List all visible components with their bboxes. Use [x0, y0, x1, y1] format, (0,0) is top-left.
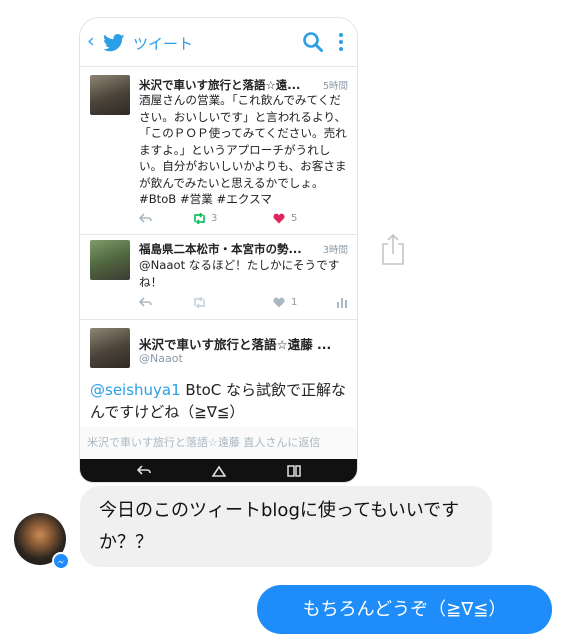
tweet-timestamp: 5時間: [322, 81, 348, 92]
tweet-author-name: 米沢で車いす旅行と落語☆遠藤 ...: [139, 337, 332, 352]
share-icon[interactable]: [380, 232, 406, 266]
reply-icon[interactable]: [138, 211, 152, 227]
tweet-timestamp: 3時間: [322, 245, 348, 256]
search-icon[interactable]: [302, 31, 324, 53]
tweet-text: @Naaot なるほど！たしかにそうですね！: [139, 257, 351, 290]
tweet-item[interactable]: 福島県二本松市・本宮市の勢... 3時間 @Naaot なるほど！たしかにそうで…: [80, 234, 357, 320]
tweet-text: @seishuya1 BtoC なら試飲で正解なんですけどね（≧∇≦）: [90, 379, 350, 423]
tweet-author-handle: @Naaot: [139, 352, 183, 365]
like-count: 1: [291, 297, 298, 308]
messenger-badge-icon: [52, 552, 70, 570]
tweet-mention[interactable]: @Naaot: [139, 258, 185, 272]
tweet-detail[interactable]: 米沢で車いす旅行と落語☆遠藤 ... @Naaot @seishuya1 Bto…: [80, 319, 357, 428]
tweet-mention[interactable]: @seishuya1: [90, 381, 181, 399]
avatar: [90, 75, 130, 115]
analytics-icon[interactable]: [337, 295, 347, 311]
tweet-text: 酒屋さんの営業。「これ飲んでみてください。おいしいです」と言われるより、「このＰ…: [139, 93, 347, 206]
tweet-author-name: 福島県二本松市・本宮市の勢...: [139, 242, 302, 256]
incoming-message-bubble[interactable]: 今日のこのツィートblogに使ってもいいですか？？: [80, 486, 492, 567]
tweet-actions: 1: [138, 295, 351, 311]
android-nav-bar: [80, 459, 357, 482]
twitter-title: ツイート: [133, 35, 194, 53]
more-vertical-icon[interactable]: [338, 31, 344, 53]
nav-recents-icon[interactable]: [287, 465, 301, 477]
twitter-header: ‹ ツイート: [80, 18, 357, 67]
reply-icon[interactable]: [138, 295, 152, 311]
avatar: [90, 328, 130, 368]
tweet-actions: 3 5: [138, 211, 351, 227]
tweet-item[interactable]: 米沢で車いす旅行と落語☆遠... 5時間 酒屋さんの営業。「これ飲んでみてくださ…: [80, 66, 357, 235]
heart-icon[interactable]: [273, 211, 285, 227]
nav-home-icon[interactable]: [212, 465, 226, 477]
avatar: [90, 240, 130, 280]
heart-icon[interactable]: [273, 295, 285, 311]
outgoing-message-bubble[interactable]: もちろんどうぞ（≧∇≦）: [257, 585, 552, 634]
like-count: 5: [291, 213, 298, 224]
retweet-count: 3: [211, 213, 218, 224]
back-arrow-icon: ‹: [87, 30, 95, 52]
reply-input[interactable]: 米沢で車いす旅行と落語☆遠藤 直人さんに返信: [80, 427, 357, 459]
retweet-icon[interactable]: [192, 295, 207, 311]
shared-screenshot[interactable]: ‹ ツイート 米沢で車いす旅行と落語☆遠... 5時間 酒屋さんの営業。「これ飲…: [79, 17, 358, 483]
nav-back-icon[interactable]: [137, 465, 151, 477]
tweet-author-name: 米沢で車いす旅行と落語☆遠...: [139, 78, 301, 92]
twitter-bird-icon: [103, 34, 125, 52]
retweet-icon[interactable]: [192, 211, 207, 227]
